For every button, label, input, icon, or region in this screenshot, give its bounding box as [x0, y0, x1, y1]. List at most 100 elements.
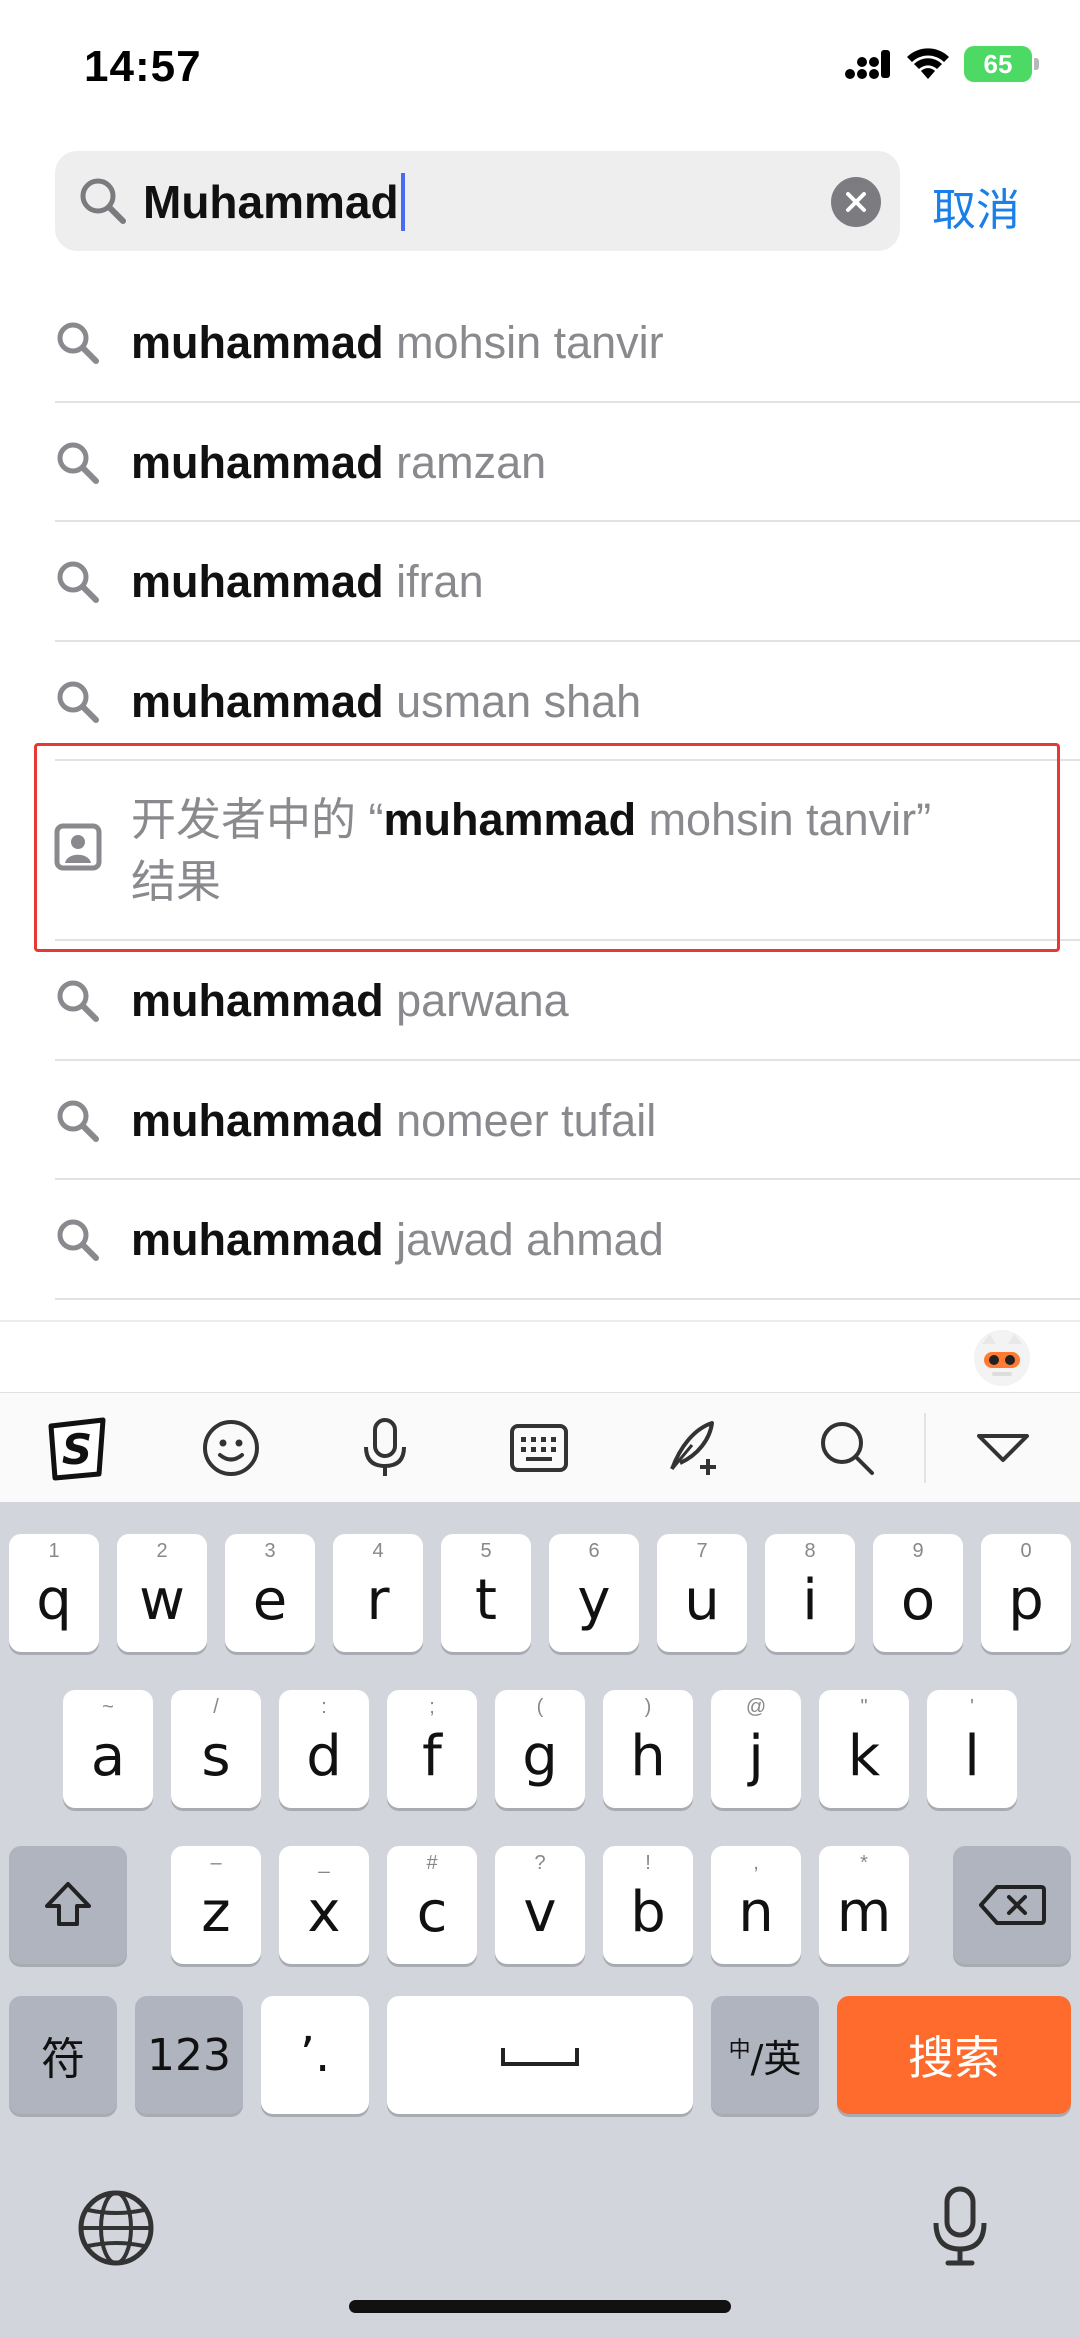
key-e[interactable]: 3e	[225, 1534, 315, 1652]
backspace-key[interactable]	[953, 1846, 1071, 1964]
key-h[interactable]: ) h	[603, 1690, 693, 1808]
developer-result-item[interactable]: 开发者中的 “muhammad mohsin tanvir” 结果	[0, 761, 1080, 941]
space-bar-icon	[501, 2048, 579, 2066]
suggestion-text: muhammad ramzan	[131, 436, 546, 490]
cancel-button[interactable]: 取消	[932, 174, 1020, 238]
suggestion-completion: mohsin tanvir	[383, 317, 664, 368]
suggestion-match: muhammad	[131, 436, 384, 488]
home-indicator[interactable]	[349, 2300, 731, 2313]
key-m[interactable]: * m	[819, 1846, 909, 1964]
key-label: 123	[147, 2029, 231, 2081]
space-key[interactable]	[387, 1996, 693, 2114]
suggestion-text: muhammad nomeer tufail	[131, 1094, 656, 1148]
key-r[interactable]: 4r	[333, 1534, 423, 1652]
suggestion-match: muhammad	[131, 975, 384, 1026]
collapse-icon	[977, 1434, 1029, 1462]
key-hint: 2	[156, 1540, 168, 1562]
key-j[interactable]: @ j	[711, 1690, 801, 1808]
emoji-button[interactable]	[191, 1413, 271, 1483]
numbers-key[interactable]: 123	[135, 1996, 243, 2114]
list-footer	[0, 1320, 1080, 1392]
key-c[interactable]: # c	[387, 1846, 477, 1964]
search-input[interactable]: Muhammad	[143, 173, 405, 231]
suggestion-item[interactable]: muhammad usman shah	[0, 642, 1080, 761]
key-v[interactable]: ? v	[495, 1846, 585, 1964]
suggestion-completion: nomeer tufail	[383, 1094, 657, 1146]
suggestion-list: muhammad mohsin tanvir muhammad ramzan m…	[0, 283, 1080, 1300]
key-hint: 0	[1020, 1540, 1032, 1562]
key-p[interactable]: 0p	[981, 1534, 1071, 1652]
key-u[interactable]: 7u	[657, 1534, 747, 1652]
suggestion-item[interactable]: muhammad jawad ahmad	[0, 1180, 1080, 1300]
key-label: t	[475, 1567, 497, 1633]
dictation-microphone-icon[interactable]	[930, 2185, 990, 2267]
key-k[interactable]: " k	[819, 1690, 909, 1808]
key-label: ’.	[299, 2027, 331, 2083]
key-s[interactable]: / s	[171, 1690, 261, 1808]
search-key[interactable]: 搜索	[837, 1996, 1071, 2114]
key-label: y	[577, 1567, 611, 1633]
keyboard-icon	[510, 1424, 568, 1472]
voice-input-button[interactable]	[345, 1413, 425, 1483]
key-t[interactable]: 5t	[441, 1534, 531, 1652]
suggestion-item[interactable]: muhammad parwana	[0, 941, 1080, 1061]
key-d[interactable]: :d	[279, 1690, 369, 1808]
key-b[interactable]: ! b	[603, 1846, 693, 1964]
key-n[interactable]: ,n	[711, 1846, 801, 1964]
key-label: k	[847, 1723, 881, 1789]
key-f[interactable]: ; f	[387, 1690, 477, 1808]
key-o[interactable]: 9o	[873, 1534, 963, 1652]
key-hint: ,	[753, 1852, 759, 1874]
key-hint: #	[426, 1852, 438, 1874]
key-z[interactable]: – z	[171, 1846, 261, 1964]
status-icons: 65	[844, 46, 1039, 82]
key-label: b	[630, 1879, 666, 1945]
key-q[interactable]: 1q	[9, 1534, 99, 1652]
search-bar[interactable]: Muhammad	[55, 151, 900, 251]
search-icon	[821, 1422, 874, 1475]
cellular-signal-icon	[845, 50, 890, 79]
keyboard-mascot-icon[interactable]	[974, 1330, 1030, 1386]
ime-search-button[interactable]	[807, 1413, 887, 1483]
clear-search-button[interactable]	[831, 177, 881, 227]
key-g[interactable]: (g	[495, 1690, 585, 1808]
keyboard-switch-button[interactable]	[499, 1413, 579, 1483]
language-switch-key[interactable]: 中/英	[711, 1996, 819, 2114]
search-icon	[57, 1219, 99, 1261]
sogou-logo-button[interactable]: S	[37, 1413, 117, 1483]
key-l[interactable]: ' l	[927, 1690, 1017, 1808]
suggestion-text: muhammad jawad ahmad	[131, 1213, 664, 1267]
collapse-keyboard-button[interactable]	[963, 1413, 1043, 1483]
suggestion-item[interactable]: muhammad nomeer tufail	[0, 1061, 1080, 1180]
globe-icon[interactable]	[76, 2188, 156, 2268]
microphone-icon	[364, 1418, 406, 1476]
punctuation-key[interactable]: ’.	[261, 1996, 369, 2114]
suggestion-item[interactable]: muhammad mohsin tanvir	[0, 283, 1080, 403]
suggestion-item[interactable]: muhammad ifran	[0, 522, 1080, 642]
search-icon	[57, 681, 99, 723]
key-w[interactable]: 2w	[117, 1534, 207, 1652]
shift-icon	[45, 1882, 91, 1926]
screen: 14:57 65 Muhammad 取消 muhammad mohsin tan…	[0, 0, 1080, 2337]
battery-level: 65	[983, 48, 1013, 79]
key-label: x	[307, 1879, 341, 1945]
handwriting-button[interactable]	[653, 1413, 733, 1483]
search-icon	[57, 322, 99, 364]
key-i[interactable]: 8i	[765, 1534, 855, 1652]
suggestion-match: muhammad	[131, 1214, 384, 1265]
suggestion-completion: parwana	[383, 975, 569, 1026]
key-label: 搜索	[908, 2031, 1000, 2085]
key-x[interactable]: _ x	[279, 1846, 369, 1964]
shift-key[interactable]	[9, 1846, 127, 1964]
key-y[interactable]: 6y	[549, 1534, 639, 1652]
suggestion-item[interactable]: muhammad ramzan	[0, 403, 1080, 522]
key-hint: _	[318, 1852, 330, 1874]
text-cursor	[400, 173, 405, 231]
key-label: /英	[750, 2036, 802, 2081]
key-hint: –	[210, 1852, 222, 1874]
key-hint: (	[536, 1696, 544, 1718]
symbols-key[interactable]: 符	[9, 1996, 117, 2114]
key-label: n	[738, 1879, 774, 1945]
key-a[interactable]: ~ a	[63, 1690, 153, 1808]
key-hint: ?	[534, 1852, 546, 1874]
